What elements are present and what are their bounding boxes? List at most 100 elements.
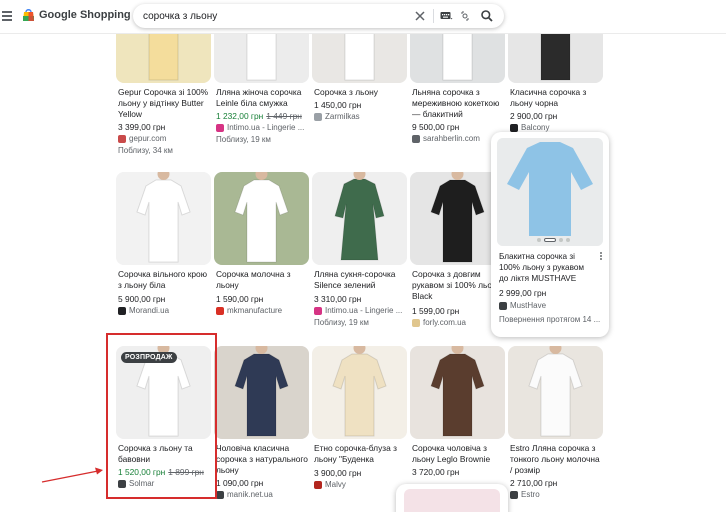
store-distance: Поблизу, 19 км	[216, 135, 271, 144]
product-title[interactable]: Етно сорочка-блуза з льону "Буденка	[314, 443, 407, 465]
search-input[interactable]	[143, 9, 393, 23]
store-favicon-icon	[314, 113, 322, 121]
google-lens-icon[interactable]	[460, 10, 470, 22]
product-price: 1 590,00 грн	[216, 294, 263, 305]
partial-popup-card[interactable]	[396, 484, 508, 512]
google-shopping-logo[interactable]: Google Shopping	[22, 8, 131, 22]
store-link[interactable]: Estro	[510, 490, 540, 500]
popup-return-policy: Повернення протягом 14 ...	[499, 315, 601, 324]
product-price: 1 450,00 грн	[314, 100, 361, 111]
product-price: 3 720,00 грн	[412, 467, 459, 478]
store-link[interactable]: Intimo.ua - Lingerie ...	[314, 306, 402, 316]
popup-product-image[interactable]	[497, 138, 603, 246]
store-favicon-icon	[118, 307, 126, 315]
product-image[interactable]	[214, 346, 309, 439]
product-title[interactable]: Чоловіча класична сорочка з натурального…	[216, 443, 309, 476]
store-name: Estro	[521, 490, 540, 499]
product-title[interactable]: Лляна сукня-сорочка Silence зелений	[314, 269, 407, 291]
store-favicon-icon	[118, 135, 126, 143]
product-price: 3 399,00 грн	[118, 122, 165, 133]
current-price: 1 450,00 грн	[314, 100, 362, 110]
product-title[interactable]: Льняна сорочка з мереживною кокеткою — б…	[412, 87, 505, 120]
product-price: 2 900,00 грн	[510, 111, 557, 122]
store-link[interactable]: gepur.com	[118, 134, 166, 144]
current-price: 2 710,00 грн	[510, 478, 558, 488]
store-link[interactable]: forly.com.ua	[412, 318, 466, 328]
current-price: 3 399,00 грн	[118, 122, 166, 132]
store-link[interactable]: Malvy	[314, 480, 346, 490]
current-price: 1 590,00 грн	[216, 294, 264, 304]
store-link[interactable]: manik.net.ua	[216, 490, 273, 500]
store-name: mkmanufacture	[227, 306, 283, 315]
product-price: 1 090,00 грн	[216, 478, 263, 489]
store-name: Malvy	[325, 480, 346, 489]
product-title[interactable]: Сорочка чоловіча з льону Leglo Brownie	[412, 443, 505, 465]
store-favicon-icon	[216, 124, 224, 132]
product-price: 3 310,00 грн	[314, 294, 361, 305]
product-image[interactable]	[116, 172, 211, 265]
store-link[interactable]: Intimo.ua - Lingerie ...	[216, 123, 304, 133]
current-price: 9 500,00 грн	[412, 122, 460, 132]
product-image[interactable]	[508, 346, 603, 439]
keyboard-icon[interactable]	[440, 11, 453, 21]
product-image[interactable]	[214, 172, 309, 265]
product-title[interactable]: Лляна жіноча сорочка Leinle біла смужка	[216, 87, 309, 109]
product-price: 1 232,00 грн 1 449 грн	[216, 111, 302, 122]
store-favicon-icon	[216, 491, 224, 499]
store-link[interactable]: mkmanufacture	[216, 306, 282, 316]
product-title[interactable]: Gepur Сорочка зі 100% льону у відтінку B…	[118, 87, 211, 120]
store-favicon-icon	[314, 481, 322, 489]
store-name: gepur.com	[129, 134, 167, 143]
search-bar	[133, 4, 504, 28]
close-icon[interactable]	[413, 9, 427, 23]
store-link[interactable]: Zarmilkas	[314, 112, 360, 122]
header: Google Shopping	[0, 0, 726, 34]
store-link[interactable]: Morandi.ua	[118, 306, 169, 316]
partial-popup-image	[404, 489, 500, 512]
google-shopping-bag-icon	[23, 9, 34, 21]
store-favicon-icon	[510, 124, 518, 132]
product-image[interactable]	[410, 346, 505, 439]
current-price: 1 599,00 грн	[412, 306, 460, 316]
store-favicon-icon	[499, 301, 507, 310]
product-image[interactable]	[312, 346, 407, 439]
store-favicon-icon	[216, 307, 224, 315]
store-name: forly.com.ua	[423, 318, 466, 327]
logo-text: Google Shopping	[39, 9, 131, 21]
current-price: 1 232,00 грн	[216, 111, 264, 121]
store-favicon-icon	[314, 307, 322, 315]
product-price: 5 900,00 грн	[118, 294, 165, 305]
search-icon[interactable]	[480, 9, 494, 23]
product-image[interactable]	[312, 172, 407, 265]
product-price: 1 599,00 грн	[412, 306, 459, 317]
product-title[interactable]: Сорочка з льону	[314, 87, 407, 98]
popup-title[interactable]: Блакитна сорочка зі 100% льону з рукавом…	[499, 251, 595, 284]
store-name: Zarmilkas	[325, 112, 360, 121]
product-title[interactable]: Класична сорочка з льону чорна	[510, 87, 603, 109]
popup-store[interactable]: MustHave	[499, 301, 546, 310]
product-title[interactable]: Сорочка молочна з льону	[216, 269, 309, 291]
old-price: 1 449 грн	[266, 111, 302, 121]
product-price: 9 500,00 грн	[412, 122, 459, 133]
store-distance: Поблизу, 19 км	[314, 318, 369, 327]
product-title[interactable]: Сорочка вільного крою з льону біла	[118, 269, 211, 291]
current-price: 5 900,00 грн	[118, 294, 166, 304]
product-price: 3 900,00 грн	[314, 468, 361, 479]
store-name: Morandi.ua	[129, 306, 170, 315]
store-favicon-icon	[412, 135, 420, 143]
current-price: 3 310,00 грн	[314, 294, 362, 304]
product-popup-card[interactable]: Блакитна сорочка зі 100% льону з рукавом…	[491, 132, 609, 337]
image-carousel-dots[interactable]	[537, 238, 570, 242]
more-vert-icon[interactable]	[598, 251, 604, 261]
popup-price: 2 999,00 грн	[499, 288, 547, 298]
store-favicon-icon	[510, 491, 518, 499]
store-link[interactable]: sarahberlin.com	[412, 134, 480, 144]
product-price: 2 710,00 грн	[510, 478, 557, 489]
product-title[interactable]: Estro Лляна сорочка з тонкого льону моло…	[510, 443, 603, 476]
store-name: Intimo.ua - Lingerie ...	[227, 123, 305, 132]
current-price: 3 720,00 грн	[412, 467, 460, 477]
current-price: 2 900,00 грн	[510, 111, 558, 121]
menu-icon[interactable]	[2, 11, 12, 21]
store-name: manik.net.ua	[227, 490, 273, 499]
highlight-box	[106, 333, 217, 499]
